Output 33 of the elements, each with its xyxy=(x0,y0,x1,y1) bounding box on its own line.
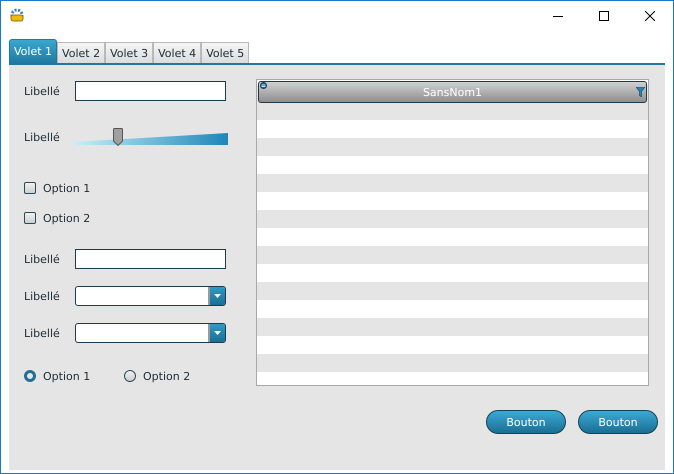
field-label: Libellé xyxy=(24,84,61,98)
combo-box[interactable] xyxy=(75,286,226,306)
radio-label: Option 1 xyxy=(43,370,90,382)
close-icon xyxy=(645,11,655,21)
checkbox[interactable] xyxy=(24,212,36,224)
slider-thumb[interactable] xyxy=(112,128,123,146)
action-button[interactable]: Bouton xyxy=(578,410,658,434)
field-label: Libellé xyxy=(24,326,61,340)
radio-label: Option 2 xyxy=(143,370,190,382)
tab[interactable]: Volet 1 xyxy=(9,39,58,63)
radio-button[interactable] xyxy=(124,370,136,382)
caret-icon xyxy=(214,294,221,298)
field-label: Libellé xyxy=(24,252,61,266)
maximize-icon xyxy=(599,11,609,21)
input-field[interactable] xyxy=(75,249,226,269)
checkbox-label: Option 1 xyxy=(43,182,90,194)
input-field[interactable] xyxy=(75,81,226,101)
slider-track[interactable] xyxy=(72,127,228,147)
tab[interactable]: Volet 2 xyxy=(57,42,106,63)
tab[interactable]: Volet 3 xyxy=(105,42,154,63)
gear-icon xyxy=(9,8,25,24)
slider-label: Libellé xyxy=(24,130,61,144)
combo-box[interactable] xyxy=(75,323,226,343)
filter-icon xyxy=(636,87,645,97)
tab[interactable]: Volet 5 xyxy=(201,42,250,63)
caret-icon xyxy=(214,331,221,335)
action-button[interactable]: Bouton xyxy=(486,410,566,434)
radio-button[interactable] xyxy=(24,370,36,382)
tab[interactable]: Volet 4 xyxy=(153,42,202,63)
field-label: Libellé xyxy=(24,290,61,302)
checkbox-label: Option 2 xyxy=(43,212,90,224)
sort-icon xyxy=(260,82,267,89)
checkbox[interactable] xyxy=(24,182,36,194)
